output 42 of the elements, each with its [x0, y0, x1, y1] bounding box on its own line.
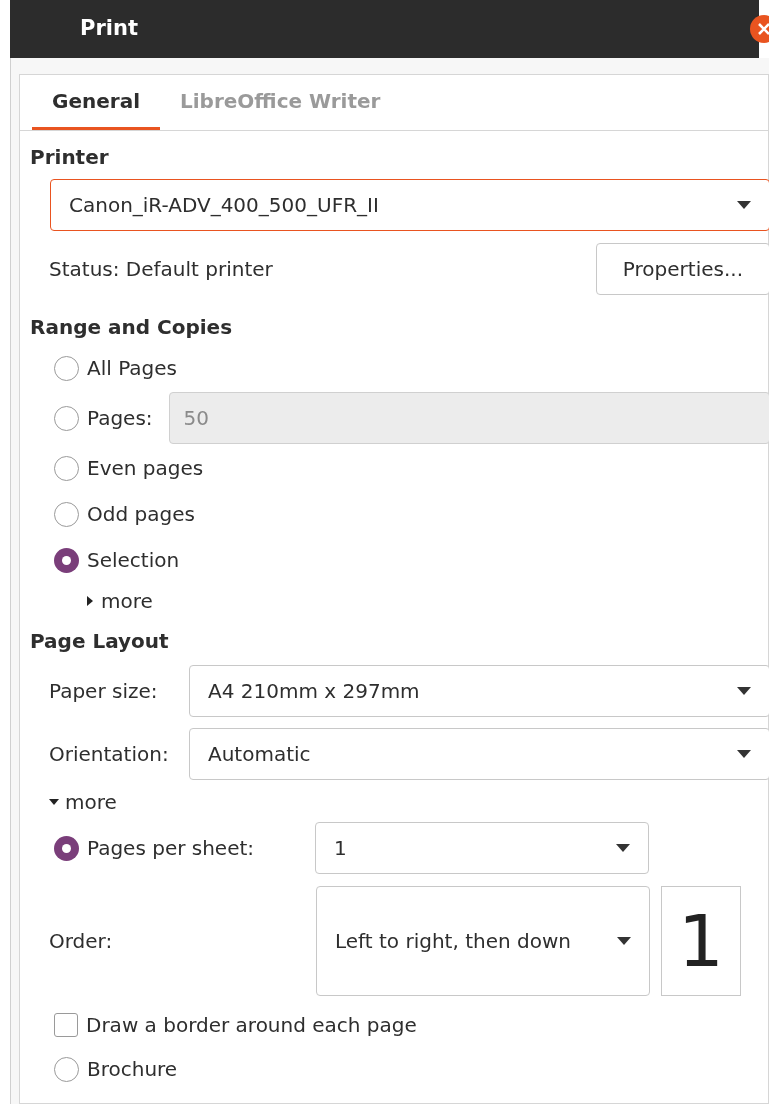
caret-down-icon [49, 797, 59, 807]
paper-size-dropdown[interactable]: A4 210mm x 297mm [189, 665, 769, 717]
radio-button[interactable] [54, 355, 79, 381]
radio-label: Odd pages [87, 501, 195, 528]
field-label: Order: [49, 928, 114, 955]
radio-label: All Pages [87, 355, 177, 382]
caret-icon [737, 687, 751, 695]
pages-per-sheet-dropdown[interactable]: 1 [315, 822, 649, 874]
caret-icon [737, 750, 751, 758]
radio-label: Even pages [87, 455, 204, 482]
caret-right-icon [85, 596, 95, 606]
tab[interactable]: General [32, 75, 160, 130]
more-expander[interactable]: more [85, 583, 153, 619]
radio-button[interactable] [54, 501, 79, 527]
radio-button[interactable] [54, 1056, 79, 1082]
radio-button[interactable] [54, 547, 79, 573]
radio-label: Pages per sheet: [87, 835, 256, 862]
radio-label: Selection [87, 547, 180, 574]
field-label: Paper size: [49, 678, 159, 705]
field-label: Orientation: [49, 741, 170, 768]
orientation-dropdown[interactable]: Automatic [189, 728, 769, 780]
window-title: Print [80, 15, 138, 43]
section-heading: Page Layout [30, 629, 170, 653]
checkbox[interactable] [54, 1013, 78, 1037]
properties-button[interactable]: Properties... [595, 243, 769, 295]
section-heading: Range and Copies [30, 315, 234, 339]
caret-icon [617, 937, 631, 945]
section-heading: Printer [30, 145, 110, 169]
more-expander[interactable]: more [49, 784, 117, 820]
checkbox-label: Draw a border around each page [86, 1012, 417, 1039]
radio-button[interactable] [54, 455, 79, 481]
close-icon[interactable] [749, 14, 769, 44]
printer-status: Status: Default printer [49, 256, 273, 283]
page-preview: 1 [661, 886, 741, 996]
order-dropdown[interactable]: Left to right, then down [316, 886, 650, 996]
radio-label: Pages: [87, 405, 153, 432]
radio-button[interactable] [54, 405, 79, 431]
printer-dropdown[interactable]: Canon_iR-ADV_400_500_UFR_II [50, 179, 769, 231]
caret-icon [737, 201, 751, 209]
radio-button[interactable] [54, 835, 79, 861]
radio-label: Brochure [87, 1056, 178, 1083]
caret-icon [616, 844, 630, 852]
